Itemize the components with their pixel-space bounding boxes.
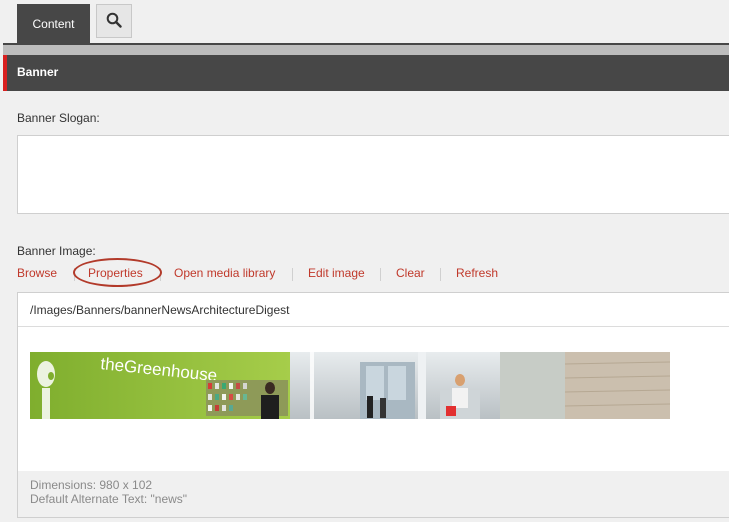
action-separator: [380, 268, 381, 281]
properties-highlight-circle: [73, 258, 162, 287]
banner-image-thumbnail[interactable]: theGreenhouse: [30, 352, 670, 419]
section-title: Banner: [17, 65, 59, 79]
image-dimensions: Dimensions: 980 x 102: [30, 478, 153, 492]
clear-link[interactable]: Clear: [396, 266, 425, 280]
image-path: /Images/Banners/bannerNewsArchitectureDi…: [18, 293, 729, 327]
image-alt-text: Default Alternate Text: "news": [30, 492, 188, 506]
browse-link[interactable]: Browse: [17, 266, 57, 280]
search-button[interactable]: [96, 4, 132, 38]
open-media-library-link[interactable]: Open media library: [174, 266, 275, 280]
banner-image-field[interactable]: /Images/Banners/bannerNewsArchitectureDi…: [17, 292, 729, 518]
image-metadata: Dimensions: 980 x 102 Default Alternate …: [18, 471, 729, 517]
tab-content-label: Content: [32, 17, 75, 31]
tab-content[interactable]: Content: [17, 4, 90, 44]
edit-image-link[interactable]: Edit image: [308, 266, 365, 280]
search-icon: [106, 12, 122, 31]
section-header-banner[interactable]: Banner: [3, 55, 729, 91]
banner-slogan-field[interactable]: [17, 135, 729, 214]
refresh-link[interactable]: Refresh: [456, 266, 498, 280]
action-separator: [440, 268, 441, 281]
action-separator: [292, 268, 293, 281]
top-toolbar: Content: [0, 0, 729, 44]
divider-band: [3, 45, 729, 55]
banner-slogan-label: Banner Slogan:: [17, 111, 100, 125]
banner-image-label: Banner Image:: [17, 244, 96, 258]
